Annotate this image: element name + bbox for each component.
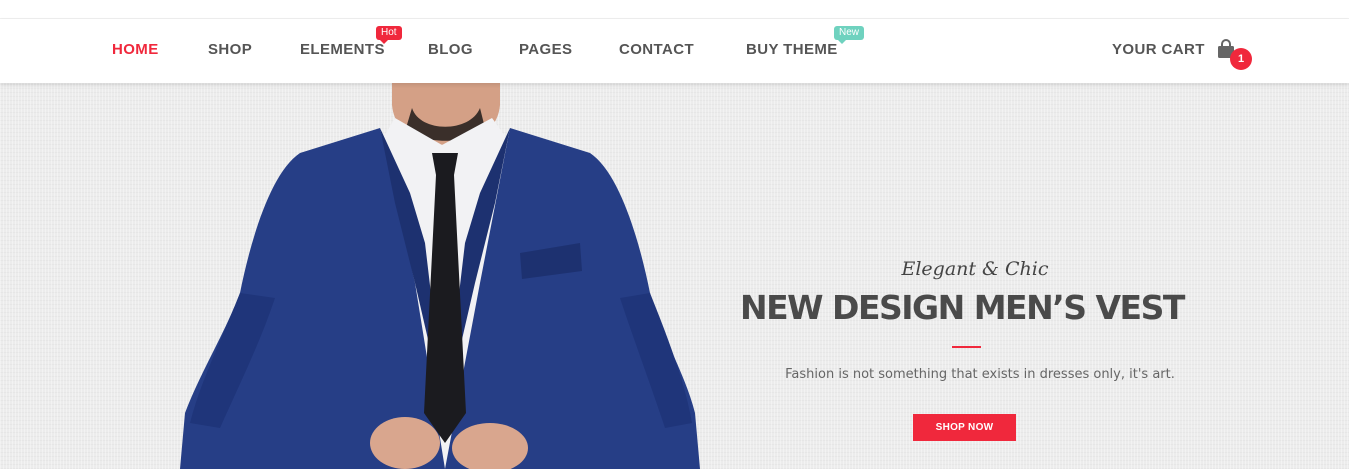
hero-banner: Elegant & Chic NEW DESIGN MEN’S VEST Fas… <box>0 83 1349 469</box>
cart-count-badge: 1 <box>1230 48 1252 70</box>
headline-divider <box>952 346 981 348</box>
nav-home[interactable]: HOME <box>112 41 159 58</box>
hero-subtitle: Elegant & Chic <box>901 258 1049 280</box>
main-navigation: HOME SHOP ELEMENTS Hot BLOG PAGES CONTAC… <box>0 19 1349 83</box>
hot-badge: Hot <box>376 26 402 44</box>
nav-blog[interactable]: BLOG <box>428 41 473 58</box>
nav-buy-theme[interactable]: BUY THEME <box>746 41 838 58</box>
new-badge: New <box>834 26 865 44</box>
hero-tagline: Fashion is not something that exists in … <box>785 367 1175 382</box>
nav-shop[interactable]: SHOP <box>208 41 252 58</box>
nav-elements[interactable]: ELEMENTS <box>300 41 385 58</box>
your-cart-link[interactable]: YOUR CART <box>1112 41 1205 58</box>
hero-headline: NEW DESIGN MEN’S VEST <box>740 288 1185 327</box>
top-strip <box>0 0 1349 19</box>
shop-now-button[interactable]: SHOP NOW <box>913 414 1016 441</box>
nav-pages[interactable]: PAGES <box>519 41 572 58</box>
nav-contact[interactable]: CONTACT <box>619 41 694 58</box>
model-in-suit-image <box>180 83 700 469</box>
